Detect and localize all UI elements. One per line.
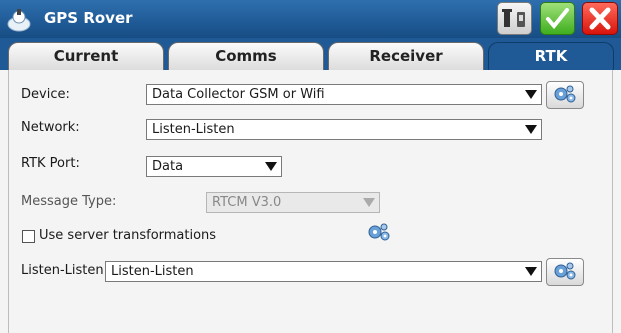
tab-comms[interactable]: Comms (168, 42, 324, 70)
tab-bar: Current Comms Receiver RTK (0, 38, 621, 70)
device-settings-button[interactable] (546, 81, 584, 109)
transform-settings-button[interactable] (361, 220, 399, 248)
window-title: GPS Rover (44, 9, 133, 27)
message-type-label: Message Type: (21, 194, 117, 209)
rtk-port-value: Data (152, 159, 184, 174)
chevron-down-icon (525, 90, 537, 99)
listen-value: Listen-Listen (111, 264, 194, 279)
settings-gears-icon (368, 223, 390, 241)
chevron-down-icon (265, 162, 277, 171)
network-label: Network: (21, 120, 80, 135)
listen-select[interactable]: Listen-Listen (105, 261, 542, 282)
title-bar: GPS Rover (0, 0, 621, 38)
rtk-panel: Device: Data Collector GSM or Wifi Netwo… (8, 70, 613, 333)
settings-gears-icon (554, 262, 576, 280)
device-select[interactable]: Data Collector GSM or Wifi (146, 84, 542, 105)
settings-gears-icon (554, 85, 576, 103)
network-select[interactable]: Listen-Listen (146, 119, 542, 140)
chevron-down-icon (525, 267, 537, 276)
receiver-settings-icon (502, 9, 525, 27)
close-x-icon (589, 7, 611, 30)
server-transform-label: Use server transformations (39, 228, 217, 243)
gps-rover-icon (7, 9, 31, 32)
tab-rtk[interactable]: RTK (488, 42, 614, 70)
tab-current[interactable]: Current (8, 42, 164, 70)
listen-settings-button[interactable] (546, 258, 584, 286)
rtk-port-select[interactable]: Data (146, 156, 282, 177)
message-type-value: RTCM V3.0 (212, 195, 282, 210)
device-value: Data Collector GSM or Wifi (152, 87, 325, 102)
accept-check-icon (546, 8, 569, 30)
accept-button[interactable] (540, 2, 575, 35)
chevron-down-icon (525, 125, 537, 134)
network-value: Listen-Listen (152, 122, 235, 137)
server-transform-checkbox[interactable] (22, 230, 35, 243)
receiver-settings-button[interactable] (497, 2, 532, 35)
chevron-down-icon (363, 198, 375, 207)
device-label: Device: (21, 87, 70, 102)
message-type-select[interactable]: RTCM V3.0 (206, 192, 380, 213)
rtk-port-label: RTK Port: (21, 156, 80, 171)
listen-label: Listen-Listen: (21, 263, 108, 278)
close-button[interactable] (582, 2, 618, 35)
tab-receiver[interactable]: Receiver (328, 42, 484, 70)
